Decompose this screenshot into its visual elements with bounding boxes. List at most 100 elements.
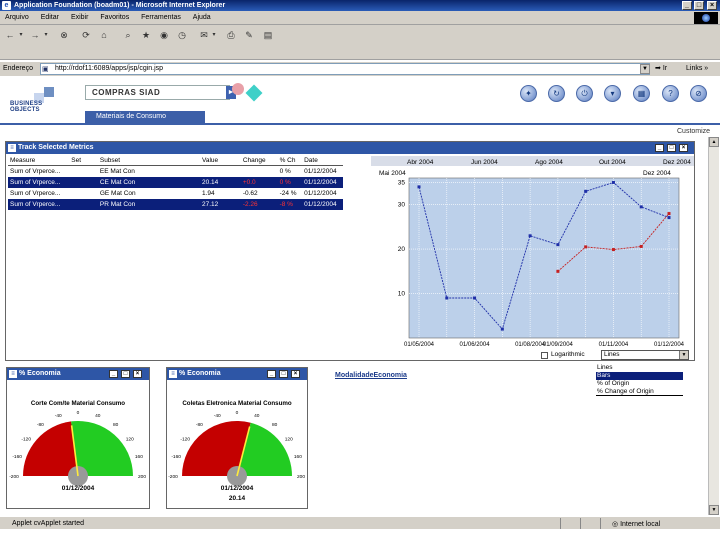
mail-icon[interactable]: ✉ xyxy=(198,28,210,42)
scale-option-lines[interactable]: Lines xyxy=(596,364,683,372)
chevron-down-icon[interactable]: ▼ xyxy=(679,351,688,359)
home-icon[interactable]: ⌂ xyxy=(98,28,110,42)
back-dropdown-icon[interactable]: ▾ xyxy=(17,28,25,42)
gauge-scale-label: -40 xyxy=(55,413,62,419)
logout-icon[interactable]: ⊘ xyxy=(690,85,707,102)
panel-close-icon[interactable]: × xyxy=(133,370,142,378)
address-input[interactable]: http://rdof11:6089/apps/jsp/cgin.jsp xyxy=(40,63,650,75)
panel-maximize-icon[interactable]: □ xyxy=(279,370,288,378)
menu-exibir[interactable]: Exibir xyxy=(66,11,94,21)
print-icon[interactable]: ⎙ xyxy=(225,28,237,42)
col-header-change[interactable]: Change xyxy=(240,156,278,166)
window-title: Application Foundation (boadm01) - Micro… xyxy=(14,2,226,9)
scale-option-bars[interactable]: Bars xyxy=(596,372,683,380)
favorites-icon[interactable]: ★ xyxy=(140,28,152,42)
timeline-label: Abr 2004 xyxy=(407,159,434,166)
cell-pct: 0 % xyxy=(277,176,303,188)
panel-maximize-icon[interactable]: □ xyxy=(667,144,676,152)
col-header-subset[interactable]: Subset xyxy=(97,156,200,166)
ie-icon: e xyxy=(2,1,11,10)
scale-option-pct-origin[interactable]: % of Origin xyxy=(596,380,683,388)
modalidade-economia-link[interactable]: ModalidadeEconomia xyxy=(335,372,407,379)
decorative-circle-icon xyxy=(232,83,244,95)
timeline-label: Jun 2004 xyxy=(471,159,498,166)
col-header-set[interactable]: Set xyxy=(69,156,98,166)
maximize-button[interactable]: □ xyxy=(694,1,704,10)
panel-maximize-icon[interactable]: □ xyxy=(121,370,130,378)
cell-value: 27.12 xyxy=(199,198,241,210)
cell-set xyxy=(69,166,98,177)
panel-menu-icon[interactable]: ≡ xyxy=(9,370,17,378)
panel-menu-icon[interactable]: ≡ xyxy=(8,144,16,152)
close-button[interactable]: × xyxy=(707,1,717,10)
mail-dropdown-icon[interactable]: ▾ xyxy=(210,28,218,42)
links-button[interactable]: Links » xyxy=(686,65,708,72)
save-icon[interactable]: ▾ xyxy=(604,85,621,102)
panel-menu-icon[interactable]: ≡ xyxy=(169,370,177,378)
tab-materiais-de-consumo[interactable]: Materiais de Consumo xyxy=(85,111,205,123)
navigate-icon[interactable]: ✦ xyxy=(520,85,537,102)
go-button[interactable]: ➡ Ir xyxy=(655,64,667,72)
chart-scale-select[interactable]: Lines ▼ xyxy=(601,350,689,360)
stop-icon[interactable]: ⊗ xyxy=(58,28,70,42)
search-icon[interactable]: ⌕ xyxy=(122,28,134,42)
col-header-measure[interactable]: Measure xyxy=(8,156,70,166)
table-row[interactable]: Sum of Vrperce... GE Mat Con 1.94 -0.62 … xyxy=(8,188,343,199)
menu-editar[interactable]: Editar xyxy=(36,11,64,21)
gauge-scale-label: 0 xyxy=(236,410,239,416)
panel-minimize-icon[interactable]: _ xyxy=(655,144,664,152)
document-icon[interactable]: ▦ xyxy=(633,85,650,102)
panel-minimize-icon[interactable]: _ xyxy=(267,370,276,378)
module-selector[interactable]: COMPRAS SIAD xyxy=(85,85,230,100)
forward-arrow-icon[interactable]: → xyxy=(29,28,41,42)
panel-minimize-icon[interactable]: _ xyxy=(109,370,118,378)
panel-close-icon[interactable]: × xyxy=(679,144,688,152)
gauge-scale-label: 160 xyxy=(135,454,143,460)
scroll-down-icon[interactable]: ▼ xyxy=(709,505,719,515)
gauge-scale-label: 200 xyxy=(138,474,146,480)
help-icon[interactable]: ? xyxy=(662,85,679,102)
col-header-value[interactable]: Value xyxy=(199,156,241,166)
address-dropdown-icon[interactable]: ▼ xyxy=(640,64,650,74)
minimize-button[interactable]: _ xyxy=(682,1,692,10)
scale-option-pct-change-origin[interactable]: % Change of Origin xyxy=(596,388,683,396)
table-row[interactable]: Sum of Vrperce... CE Mat Con 20.14 +0.0 … xyxy=(8,176,343,188)
menu-ajuda[interactable]: Ajuda xyxy=(188,11,216,21)
media-icon[interactable]: ◉ xyxy=(158,28,170,42)
logarithmic-checkbox[interactable] xyxy=(541,352,548,359)
menu-arquivo[interactable]: Arquivo xyxy=(0,11,34,21)
vertical-scrollbar[interactable]: ▲ ▼ xyxy=(708,137,719,515)
back-arrow-icon[interactable]: ← xyxy=(4,28,16,42)
scroll-up-icon[interactable]: ▲ xyxy=(709,137,719,147)
refresh-icon[interactable]: ⟳ xyxy=(80,28,92,42)
gauge-scale-label: 200 xyxy=(297,474,305,480)
power-icon[interactable]: ⏻ xyxy=(576,85,593,102)
range-start-label: Mai 2004 xyxy=(379,170,406,177)
scale-options-list: Lines Bars % of Origin % Change of Origi… xyxy=(596,364,683,396)
gauge-title: % Economia xyxy=(19,370,61,377)
menu-ferramentas[interactable]: Ferramentas xyxy=(136,11,186,21)
y-tick-label: 30 xyxy=(398,202,406,209)
cell-measure: Sum of Vrperce... xyxy=(8,198,70,210)
cell-subset: PR Mat Con xyxy=(97,198,200,210)
forward-dropdown-icon[interactable]: ▾ xyxy=(42,28,50,42)
customize-link[interactable]: Customize xyxy=(677,128,710,135)
table-row[interactable]: Sum of Vrperce... EE Mat Con 0 % 01/12/2… xyxy=(8,166,343,177)
menu-favoritos[interactable]: Favoritos xyxy=(95,11,134,21)
col-header-pct-change[interactable]: % Ch xyxy=(277,156,303,166)
metrics-table: Measure Set Subset Value Change % Ch Dat… xyxy=(8,156,343,210)
metrics-header-row: Measure Set Subset Value Change % Ch Dat… xyxy=(8,156,343,166)
panel-close-icon[interactable]: × xyxy=(291,370,300,378)
table-row[interactable]: Sum of Vrperce... PR Mat Con 27.12 -2.26… xyxy=(8,198,343,210)
security-zone: ◎ Internet local xyxy=(612,521,661,528)
gauge-date: 01/12/2004 xyxy=(62,485,95,492)
cell-date: 01/12/2004 xyxy=(302,176,343,188)
history-icon[interactable]: ◷ xyxy=(176,28,188,42)
discuss-icon[interactable]: ▤ xyxy=(262,28,274,42)
edit-icon[interactable]: ✎ xyxy=(243,28,255,42)
range-end-label: Dez 2004 xyxy=(643,170,671,177)
refresh-app-icon[interactable]: ↻ xyxy=(548,85,565,102)
browser-toolbar: ← ▾ → ▾ ⊗ ⟳ ⌂ ⌕ ★ ◉ ◷ ✉ ▾ ⎙ ✎ ▤ xyxy=(0,25,720,60)
window-titlebar: e Application Foundation (boadm01) - Mic… xyxy=(0,0,720,11)
col-header-date[interactable]: Date xyxy=(302,156,343,166)
